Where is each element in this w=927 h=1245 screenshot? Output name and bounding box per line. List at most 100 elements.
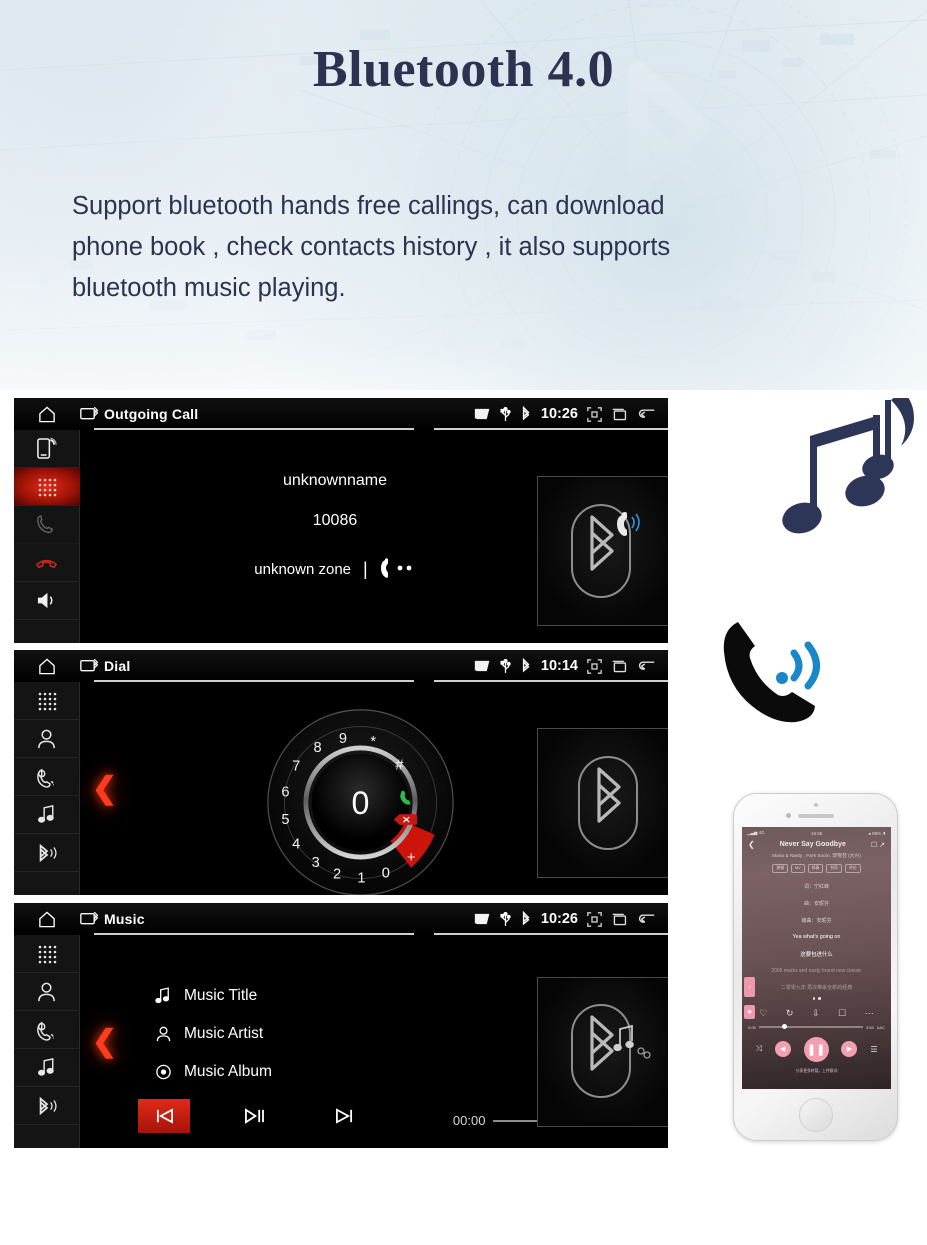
page-title: Bluetooth 4.0 [312, 41, 615, 98]
home-button-call[interactable] [14, 405, 80, 424]
sidebar-item-call-history[interactable] [14, 1011, 80, 1049]
phone-seek-bar[interactable] [758, 1024, 863, 1030]
phone-chip[interactable]: MV [791, 864, 805, 873]
heart-icon[interactable]: ♡ [759, 1008, 767, 1019]
bluetooth-icon[interactable] [520, 658, 532, 674]
phone-lyric-faint: 2009 marks and nasty brand new classic [771, 968, 862, 974]
sidebar-item-keypad[interactable] [14, 682, 80, 720]
music-notes-decoration [782, 398, 914, 534]
sidebar-item-bluetooth[interactable] [14, 834, 80, 872]
sidebar-item-bluetooth-music[interactable] [14, 1049, 80, 1087]
phone-quality-badge[interactable]: AAC [877, 1025, 885, 1030]
phone-earpiece [797, 814, 834, 818]
bluetooth-signal-icon [39, 843, 57, 862]
phone-chip[interactable]: 评论 [844, 864, 861, 873]
sidebar-item-connected-phone[interactable] [14, 430, 80, 468]
screenshot-icon[interactable] [587, 658, 602, 674]
bluetooth-icon[interactable] [520, 911, 532, 927]
recents-icon[interactable] [611, 659, 628, 674]
call-history-icon [37, 1021, 55, 1041]
lyric-badge[interactable]: ♪ [744, 977, 755, 997]
contacts-icon [38, 729, 55, 748]
sidebar-item-bluetooth[interactable] [14, 1087, 80, 1125]
download-icon[interactable]: ⇩ [812, 1008, 820, 1019]
music-album-label: Music Album [184, 1063, 272, 1080]
usb-icon[interactable] [500, 406, 511, 422]
content-dial: ❮ 0 0 1 2 3 4 5 6 7 8 9 * # + [80, 682, 668, 895]
sidebar-item-answer-call[interactable] [14, 506, 80, 544]
back-arrow-icon[interactable] [637, 659, 656, 674]
next-track-button[interactable] [318, 1099, 370, 1133]
screen-body-music: ❮ Music Title Music Artist Music Album 0… [14, 935, 668, 1148]
cast-icon[interactable] [474, 659, 491, 673]
usb-icon[interactable] [500, 658, 511, 674]
recents-icon[interactable] [611, 407, 628, 422]
sidebar-item-contacts[interactable] [14, 973, 80, 1011]
content-music: ❮ Music Title Music Artist Music Album 0… [80, 935, 668, 1148]
recents-icon[interactable] [611, 912, 628, 927]
bluetooth-icon[interactable] [520, 406, 532, 422]
clock-call: 10:26 [540, 406, 578, 422]
phone-chip[interactable]: 伴奏 [807, 864, 824, 873]
phone-clock: 16:46 [811, 830, 823, 836]
back-chevron-music[interactable]: ❮ [92, 1026, 117, 1057]
clock-music: 10:26 [540, 911, 578, 927]
keypad-icon [38, 945, 56, 963]
screenshot-icon[interactable] [587, 911, 602, 927]
phone-chip[interactable]: 铃声 [826, 864, 842, 873]
contacts-icon [38, 982, 55, 1001]
screenshot-icon[interactable] [587, 406, 602, 422]
phone-seek-row: 0:05 3:59 AAC [742, 1024, 891, 1030]
play-pause-button[interactable] [228, 1099, 280, 1133]
time-elapsed: 00:00 [452, 1113, 486, 1128]
phone-body: ▁▃▅ 4G 16:46 ⏹ 88% ▮ ❮ Never Say Goodbye… [733, 793, 898, 1141]
bluetooth-music-logo-panel [537, 977, 668, 1127]
content-call: unknownname 10086 unknown zone | [80, 430, 668, 643]
music-transport-controls [138, 1099, 370, 1133]
music-row-title: Music Title [155, 977, 272, 1015]
phone-mockup: ▁▃▅ 4G 16:46 ⏹ 88% ▮ ❮ Never Say Goodbye… [733, 793, 898, 1141]
phone-home-button[interactable] [798, 1098, 833, 1132]
sidebar-item-speaker[interactable] [14, 582, 80, 620]
caller-zone-row: unknown zone | [210, 558, 460, 580]
phone-artist-line: Maria & Nasty , Park Sooin, 郭雪芸 (大兴) [772, 854, 861, 859]
usb-icon[interactable] [500, 911, 511, 927]
more-icon[interactable]: ⋯ [865, 1008, 874, 1019]
bt-device-icon [80, 911, 99, 924]
back-arrow-icon[interactable] [637, 912, 656, 927]
cast-icon[interactable] [474, 912, 491, 926]
cast-icon[interactable] [474, 407, 491, 421]
phone-back-icon[interactable]: ❮ [748, 840, 755, 849]
back-chevron-dial[interactable]: ❮ [92, 773, 117, 804]
karaoke-badge[interactable]: ◉ [744, 1005, 755, 1019]
pause-icon[interactable]: ❚❚ [803, 1036, 829, 1062]
sidebar-item-bluetooth-music[interactable] [14, 796, 80, 834]
sidebar-item-call-history[interactable] [14, 758, 80, 796]
shuffle-icon[interactable]: ⤨ [755, 1044, 761, 1054]
sidebar-item-keypad[interactable] [14, 935, 80, 973]
phone-lyric-sub: 这要包进什么 [800, 952, 833, 958]
music-note-icon [37, 1058, 54, 1076]
next-icon[interactable]: ▶ [841, 1041, 858, 1057]
source-title-call: Outgoing Call [80, 406, 474, 422]
music-row-album: Music Album [155, 1053, 272, 1091]
previous-track-button[interactable] [138, 1099, 190, 1133]
sidebar-item-keypad[interactable] [14, 468, 80, 506]
sidebar-item-end-call[interactable] [14, 544, 80, 582]
phone-credit-line: 编曲：安昵芬 [801, 918, 832, 924]
answer-call-icon [37, 514, 53, 534]
sidebar-item-contacts[interactable] [14, 720, 80, 758]
phone-status-bar: ▁▃▅ 4G 16:46 ⏹ 88% ▮ [742, 827, 891, 836]
comment-icon[interactable]: ☐ [838, 1008, 846, 1019]
back-arrow-icon[interactable] [637, 407, 656, 422]
playlist-icon[interactable]: ☰ [870, 1045, 877, 1054]
dial-pad[interactable]: 0 0 1 2 3 4 5 6 7 8 9 * # + [263, 705, 458, 895]
previous-icon[interactable]: ◀ [774, 1041, 791, 1057]
circular-dialpad: 0 0 1 2 3 4 5 6 7 8 9 * # + [266, 708, 455, 895]
artist-icon [156, 1026, 171, 1042]
home-button-music[interactable] [14, 910, 80, 929]
timer-icon[interactable]: ↻ [786, 1008, 794, 1019]
home-button-dial[interactable] [14, 657, 80, 676]
phone-header-icons[interactable]: ☐ ↗ [871, 841, 885, 849]
phone-chip[interactable]: 原唱 [772, 864, 789, 873]
